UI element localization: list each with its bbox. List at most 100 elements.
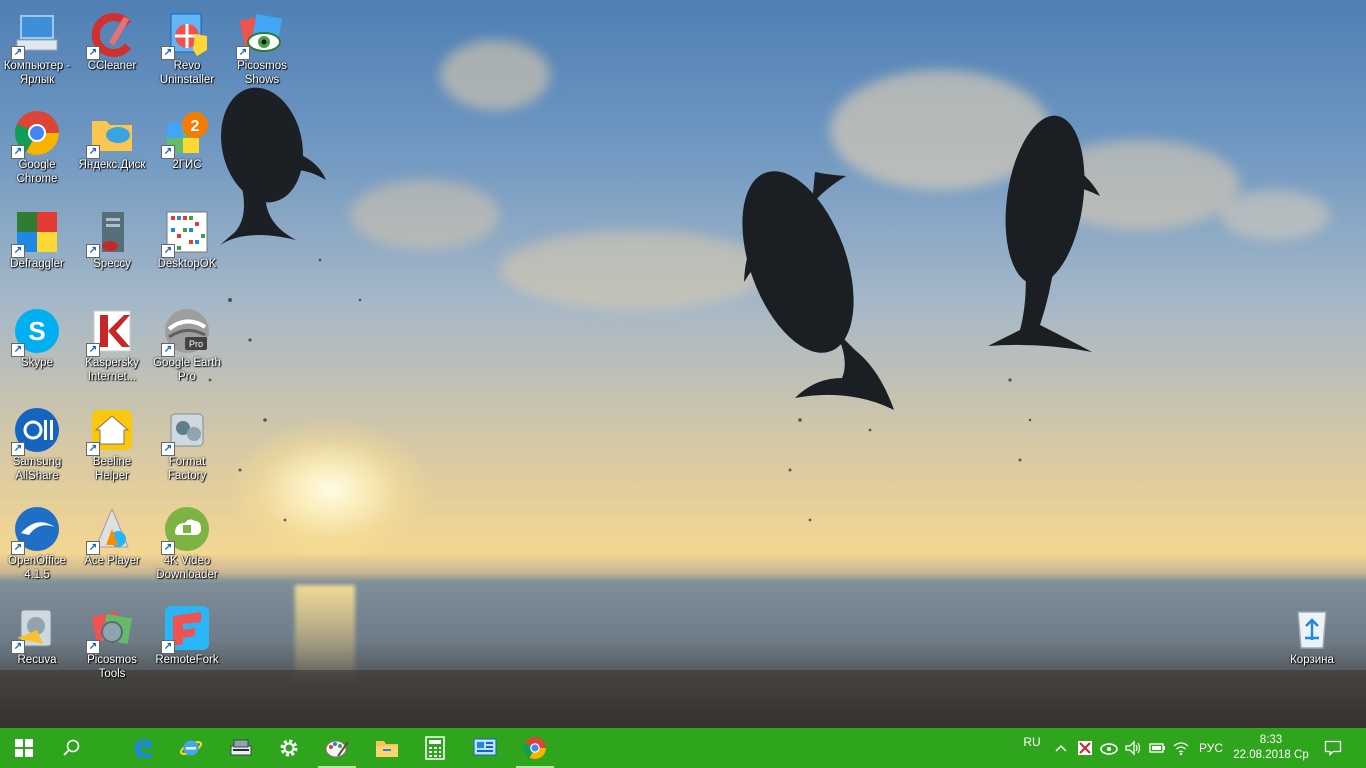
- kaspersky-tray-icon: [1078, 741, 1092, 755]
- desktop-icon-recuva[interactable]: ↗ Recuva: [0, 598, 74, 694]
- scanner-icon: [230, 739, 252, 756]
- clock-time: 8:33: [1259, 734, 1283, 746]
- icon-label: DesktopOK: [157, 258, 217, 270]
- dolphin: [988, 115, 1100, 352]
- icon-label: Samsung AllShare: [12, 456, 62, 482]
- edge-icon: [135, 739, 152, 758]
- icon-label: CCleaner: [87, 60, 137, 72]
- chrome-button[interactable]: [512, 728, 558, 768]
- recycle-bin-icon: [1288, 604, 1336, 652]
- desktop-icon-desktopok[interactable]: ↗ DesktopOK: [150, 202, 224, 298]
- volume-icon: [1125, 740, 1141, 756]
- svg-text:2: 2: [191, 118, 200, 135]
- desktop-icon-revo-uninstaller[interactable]: ↗ Revo Uninstaller: [150, 4, 224, 100]
- file-explorer-button[interactable]: [364, 728, 410, 768]
- desktop-icon-google-chrome[interactable]: ↗ Google Chrome: [0, 103, 74, 199]
- edge-button[interactable]: [120, 728, 166, 768]
- desktop-icon-picosmos-tools[interactable]: ↗ Picosmos Tools: [75, 598, 149, 694]
- desktop-icon-computer[interactable]: ↗ Компьютер - Ярлык: [0, 4, 74, 100]
- icon-label: Recuva: [17, 654, 57, 666]
- desktop-icon-format-factory[interactable]: ↗ Format Factory: [150, 400, 224, 496]
- ace-player-icon: ↗: [86, 505, 136, 555]
- water-splash: [208, 258, 1032, 522]
- folder-icon: [376, 741, 398, 757]
- icon-label: Format Factory: [167, 456, 207, 482]
- calculator-button[interactable]: [412, 728, 458, 768]
- desktop-icon-defraggler[interactable]: ↗ Defraggler: [0, 202, 74, 298]
- defraggler-icon: ↗: [11, 208, 61, 258]
- language-bar[interactable]: RU: [1018, 722, 1046, 762]
- ccleaner-icon: ↗: [86, 10, 136, 60]
- desktop-icon-skype[interactable]: S ↗ Skype: [0, 301, 74, 397]
- volume-button[interactable]: [1122, 728, 1144, 768]
- picosmos-tools-icon: ↗: [86, 604, 136, 654]
- 2gis-icon: 2 ↗: [161, 109, 211, 159]
- openoffice-icon: ↗: [11, 505, 61, 555]
- input-language-indicator[interactable]: РУС: [1194, 728, 1228, 768]
- chrome-icon: ↗: [11, 109, 61, 159]
- kaspersky-tray-button[interactable]: [1074, 728, 1096, 768]
- show-hidden-icons-button[interactable]: [1050, 728, 1072, 768]
- desktop-icon-speccy[interactable]: ↗ Speccy: [75, 202, 149, 298]
- samsung-allshare-icon: ↗: [11, 406, 61, 456]
- icon-label: Компьютер - Ярлык: [3, 60, 71, 86]
- search-button[interactable]: [48, 728, 94, 768]
- desktop-icon-kaspersky[interactable]: ↗ Kaspersky Internet...: [75, 301, 149, 397]
- start-button[interactable]: [0, 728, 48, 768]
- search-icon: [63, 739, 80, 756]
- skype-icon: S ↗: [11, 307, 61, 357]
- icon-label: Ace Player: [84, 555, 140, 567]
- desktop-icon-openoffice[interactable]: ↗ OpenOffice 4.1.5: [0, 499, 74, 595]
- desktop-icon-google-earth-pro[interactable]: Pro ↗ Google Earth Pro: [150, 301, 224, 397]
- icon-label: Defraggler: [10, 258, 64, 270]
- action-center-button[interactable]: [1318, 728, 1348, 768]
- settings-button[interactable]: [266, 728, 312, 768]
- chrome-icon: [523, 737, 546, 759]
- desktop-icon-picosmos-shows[interactable]: ↗ Picosmos Shows: [225, 4, 299, 100]
- control-panel-icon: [473, 738, 497, 756]
- battery-button[interactable]: [1146, 728, 1168, 768]
- action-center-icon: [1324, 740, 1342, 756]
- control-panel-button[interactable]: [462, 728, 508, 768]
- desktop-icon-4k-video-downloader[interactable]: ↗ 4K Video Downloader: [150, 499, 224, 595]
- icon-label: Корзина: [1290, 654, 1334, 666]
- desktop-icon-beeline-helper[interactable]: ↗ Beeline Helper: [75, 400, 149, 496]
- yandex-disk-icon: ↗: [86, 109, 136, 159]
- wifi-button[interactable]: [1170, 728, 1192, 768]
- desktop-icon-recycle-bin[interactable]: Корзина: [1275, 598, 1349, 694]
- desktop-icon-samsung-allshare[interactable]: ↗ Samsung AllShare: [0, 400, 74, 496]
- desktop-icon-yandex-disk[interactable]: ↗ Яндекс.Диск: [75, 103, 149, 199]
- icon-label: OpenOffice 4.1.5: [8, 555, 66, 581]
- language-short-label: RU: [1023, 735, 1041, 749]
- network-manager-tray-icon: [1100, 743, 1118, 755]
- computer-icon: ↗: [11, 10, 61, 60]
- calculator-icon: [425, 736, 445, 760]
- kaspersky-icon: ↗: [86, 307, 136, 357]
- svg-text:S: S: [28, 316, 45, 346]
- desktop-icon-remotefork[interactable]: ↗ RemoteFork: [150, 598, 224, 694]
- internet-explorer-button[interactable]: [168, 728, 214, 768]
- desktop-icon-ace-player[interactable]: ↗ Ace Player: [75, 499, 149, 595]
- paint-icon: [325, 740, 349, 758]
- icon-label: Google Chrome: [16, 159, 58, 185]
- icon-label: Picosmos Tools: [87, 654, 137, 680]
- icon-label: Speccy: [93, 258, 131, 270]
- format-factory-icon: ↗: [161, 406, 211, 456]
- icon-label: Kaspersky Internet...: [85, 357, 139, 383]
- desktop-icon-2gis[interactable]: 2 ↗ 2ГИС: [150, 103, 224, 199]
- clock[interactable]: 8:33 22.08.2018 Ср: [1230, 728, 1312, 768]
- desktop: ↗ Компьютер - Ярлык ↗ Google Chrome ↗ De…: [0, 0, 1366, 728]
- clock-date: 22.08.2018 Ср: [1233, 749, 1309, 761]
- network-manager-tray-button[interactable]: [1098, 728, 1120, 768]
- revo-uninstaller-icon: ↗: [161, 10, 211, 60]
- paint-app-button[interactable]: [314, 728, 360, 768]
- taskbar: RU РУС 8:33 22.08.2018 Ср: [0, 728, 1366, 768]
- gear-icon: [280, 739, 298, 757]
- icon-label: Beeline Helper: [92, 456, 132, 482]
- dolphin: [742, 171, 894, 410]
- remotefork-icon: ↗: [161, 604, 211, 654]
- desktop-icon-ccleaner[interactable]: ↗ CCleaner: [75, 4, 149, 100]
- input-language-label: РУС: [1198, 741, 1224, 755]
- beeline-helper-icon: ↗: [86, 406, 136, 456]
- scanner-app-button[interactable]: [218, 728, 264, 768]
